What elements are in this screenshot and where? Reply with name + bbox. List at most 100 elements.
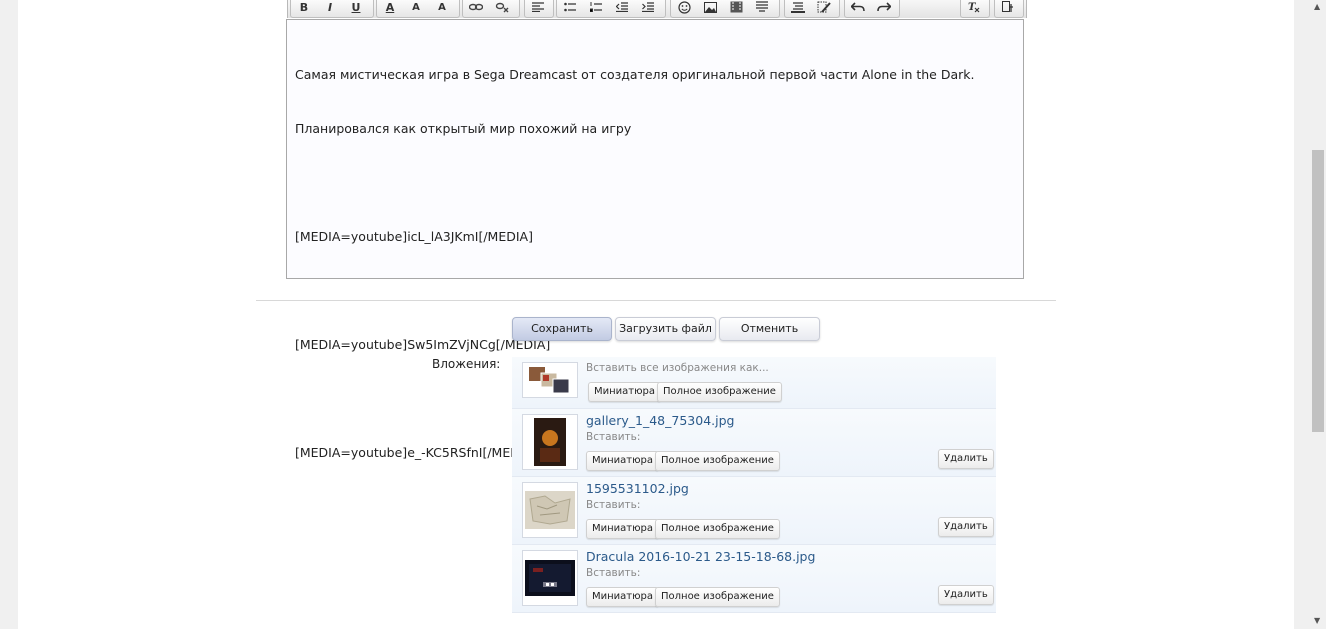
attachment-item: gallery_1_48_75304.jpg Вставить: Миниатю… <box>512 409 996 477</box>
smilie-icon <box>677 0 691 14</box>
attachment-thumbnail[interactable] <box>522 482 578 538</box>
attachment-filename[interactable]: Dracula 2016-10-21 23-15-18-68.jpg <box>586 549 815 564</box>
undo-button[interactable] <box>845 0 871 16</box>
insert-all-full-image-button[interactable]: Полное изображение <box>657 382 782 402</box>
unlink-button[interactable] <box>489 0 515 16</box>
attachment-filename[interactable]: 1595531102.jpg <box>586 481 689 496</box>
font-color-glyph: A <box>385 0 395 14</box>
editor-line: Самая мистическая игра в Sega Dreamcast … <box>295 67 975 82</box>
editor-line: ​ <box>295 174 1015 192</box>
redo-button[interactable] <box>871 0 897 16</box>
link-icon <box>469 3 483 11</box>
bold-button[interactable]: B <box>291 0 317 16</box>
thumbnail-button[interactable]: Миниатюра <box>586 587 660 607</box>
draft-button[interactable] <box>785 0 811 16</box>
image-button[interactable] <box>697 0 723 16</box>
font-size-glyph: A <box>412 1 420 13</box>
remove-format-icon: T <box>968 2 980 13</box>
attachment-image <box>534 418 566 466</box>
toolbar-font-group: A A A <box>376 0 460 18</box>
outdent-button[interactable] <box>609 0 635 16</box>
italic-glyph: I <box>327 0 333 14</box>
undo-icon <box>851 2 865 12</box>
attachment-thumbnail[interactable] <box>522 550 578 606</box>
insert-all-thumbnail-button[interactable]: Миниатюра <box>588 382 662 402</box>
outdent-icon <box>616 2 628 12</box>
upload-file-button[interactable]: Загрузить файл <box>615 317 716 341</box>
toolbar-source-group <box>994 0 1024 18</box>
scroll-up-icon[interactable]: ▲ <box>1314 2 1320 11</box>
attachment-item: 1595531102.jpg Вставить: Миниатюра Полно… <box>512 477 996 545</box>
attachment-image <box>525 491 575 529</box>
attachments-list: Вставить все изображения как... Миниатюр… <box>512 357 996 613</box>
remove-format-button[interactable]: T <box>961 0 987 16</box>
numbered-list-button[interactable] <box>583 0 609 16</box>
insert-all-label: Вставить все изображения как... <box>586 362 769 374</box>
pencil-icon <box>817 1 831 13</box>
underline-glyph: U <box>351 0 361 14</box>
draft-edit-button[interactable] <box>811 0 837 16</box>
delete-button[interactable]: Удалить <box>938 517 994 537</box>
font-family-button[interactable]: A <box>429 0 455 16</box>
delete-button[interactable]: Удалить <box>938 449 994 469</box>
toolbar-clear-group: T <box>960 0 990 18</box>
insert-all-row: Вставить все изображения как... Миниатюр… <box>512 357 996 409</box>
insert-label: Вставить: <box>586 567 641 579</box>
bullet-list-icon <box>564 2 576 12</box>
align-button[interactable] <box>525 0 551 16</box>
image-stack-icon <box>529 367 570 394</box>
cancel-button[interactable]: Отменить <box>719 317 820 341</box>
attachment-item: Dracula 2016-10-21 23-15-18-68.jpg Встав… <box>512 545 996 613</box>
italic-button[interactable]: I <box>317 0 343 16</box>
editor-line: Планировался как открытый мир похожий на… <box>295 121 632 136</box>
scroll-thumb[interactable] <box>1312 150 1324 432</box>
insert-label: Вставить: <box>586 499 641 511</box>
media-icon <box>730 1 742 13</box>
indent-icon <box>642 2 654 12</box>
attachments-label: Вложения: <box>432 357 501 371</box>
align-left-icon <box>532 2 544 12</box>
toolbar-draft-group <box>784 0 840 18</box>
code-button[interactable] <box>749 0 775 16</box>
insert-label: Вставить: <box>586 431 641 443</box>
underline-button[interactable]: U <box>343 0 369 16</box>
font-color-button[interactable]: A <box>377 0 403 16</box>
toolbar-list-group <box>556 0 666 18</box>
insert-all-thumbnail <box>522 362 578 398</box>
smilie-button[interactable] <box>671 0 697 16</box>
thumbnail-button[interactable]: Миниатюра <box>586 519 660 539</box>
attachment-image <box>525 560 575 596</box>
thumbnail-button[interactable]: Миниатюра <box>586 451 660 471</box>
media-button[interactable] <box>723 0 749 16</box>
message-editor[interactable]: Самая мистическая игра в Sega Dreamcast … <box>286 19 1024 460</box>
scroll-down-icon[interactable]: ▼ <box>1314 616 1320 625</box>
code-icon <box>756 1 768 12</box>
toolbar-format-group: B I U <box>290 0 374 18</box>
toolbar-link-group <box>462 0 520 18</box>
attachment-filename[interactable]: gallery_1_48_75304.jpg <box>586 413 734 428</box>
image-icon <box>703 1 717 13</box>
font-size-button[interactable]: A <box>403 0 429 16</box>
bold-glyph: B <box>299 0 309 14</box>
form-separator <box>256 300 1056 301</box>
toggle-source-button[interactable] <box>995 0 1021 16</box>
full-image-button[interactable]: Полное изображение <box>655 587 780 607</box>
page-scrollbar[interactable]: ▲ ▼ <box>1310 0 1326 629</box>
source-toggle-icon <box>1002 1 1013 12</box>
attachment-thumbnail[interactable] <box>522 414 578 470</box>
full-image-button[interactable]: Полное изображение <box>655 519 780 539</box>
unlink-icon <box>495 2 509 13</box>
save-button[interactable]: Сохранить <box>512 317 612 341</box>
font-family-glyph: A <box>438 1 446 13</box>
editor-line: [MEDIA=youtube]icL_lA3JKmI[/MEDIA] <box>295 229 533 244</box>
editor-line: ​ <box>295 282 1015 300</box>
delete-button[interactable]: Удалить <box>938 585 994 605</box>
full-image-button[interactable]: Полное изображение <box>655 451 780 471</box>
toolbar-align-group <box>524 0 554 18</box>
indent-button[interactable] <box>635 0 661 16</box>
bullet-list-button[interactable] <box>557 0 583 16</box>
toolbar-history-group <box>844 0 900 18</box>
link-button[interactable] <box>463 0 489 16</box>
toolbar-insert-group <box>670 0 780 18</box>
redo-icon <box>877 2 891 12</box>
